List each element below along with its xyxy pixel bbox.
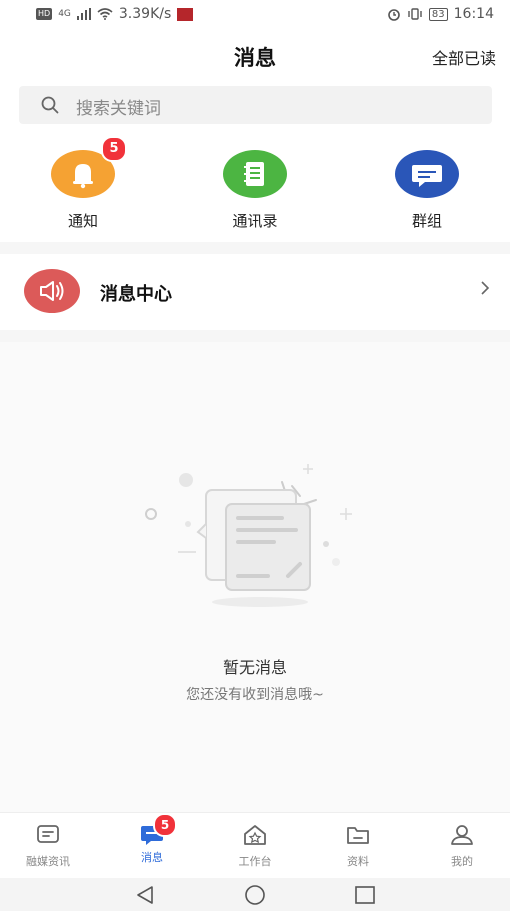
news-icon <box>37 825 59 843</box>
empty-state: 暂无消息 您还没有收到消息哦~ <box>0 342 510 812</box>
empty-title: 暂无消息 <box>222 658 287 677</box>
empty-subtitle: 您还没有收到消息哦~ <box>186 687 324 703</box>
search-placeholder: 搜索关键词 <box>76 99 161 119</box>
chat-bubble-icon <box>412 165 442 187</box>
message-center-label: 消息中心 <box>100 284 172 305</box>
nav-label: 工作台 <box>238 855 272 868</box>
vibrate-icon <box>408 8 422 20</box>
quick-item-label: 通讯录 <box>232 212 278 230</box>
status-time: 16:14 <box>453 6 494 22</box>
groups-circle <box>395 150 459 198</box>
speaker-icon <box>40 281 64 301</box>
mark-all-read-button[interactable]: 全部已读 <box>432 45 496 69</box>
quick-item-groups[interactable]: 群组 <box>377 150 477 231</box>
quick-actions: 5 通知 通讯录 群组 <box>0 132 510 242</box>
nav-label: 资料 <box>347 855 369 868</box>
recents-icon[interactable] <box>354 885 376 905</box>
nav-news[interactable]: 融媒资讯 <box>8 823 88 869</box>
search-icon <box>41 96 59 114</box>
nav-label: 我的 <box>451 855 473 868</box>
workbench-icon <box>244 825 266 845</box>
system-nav-bar <box>0 878 510 911</box>
hd-icon: HD <box>36 8 53 20</box>
alarm-icon <box>388 9 400 21</box>
quick-item-contacts[interactable]: 通讯录 <box>205 150 305 231</box>
nav-messages[interactable]: 5 消息 <box>112 813 192 865</box>
battery-icon: 83 <box>428 7 448 21</box>
bottom-navigation: 融媒资讯 5 消息 工作台 资料 我的 <box>0 812 510 879</box>
nav-profile[interactable]: 我的 <box>422 823 502 869</box>
wifi-icon <box>97 8 113 20</box>
status-right: 83 16:14 <box>387 6 494 22</box>
quick-item-label: 群组 <box>411 212 442 230</box>
quick-item-label: 通知 <box>67 212 98 230</box>
quick-item-notice[interactable]: 5 通知 <box>33 136 133 231</box>
nav-files[interactable]: 资料 <box>318 823 398 869</box>
home-icon[interactable] <box>243 884 267 906</box>
empty-illustration-icon <box>145 464 352 607</box>
contacts-circle <box>223 150 287 198</box>
signal-icon <box>76 8 91 20</box>
nav-workbench[interactable]: 工作台 <box>215 823 295 869</box>
status-bar: HD 4G 3.39K/s 83 16:14 <box>0 0 510 30</box>
network-label: 4G <box>58 9 71 19</box>
notice-badge: 5 <box>101 136 127 162</box>
messages-badge: 5 <box>153 813 177 837</box>
status-left: HD 4G 3.39K/s <box>36 6 194 22</box>
profile-icon <box>451 825 473 845</box>
chevron-right-icon <box>480 280 490 299</box>
message-center-row[interactable]: 消息中心 <box>0 254 510 330</box>
top-header: 消息 全部已读 <box>0 30 510 82</box>
nav-label: 消息 <box>141 851 163 864</box>
notice-circle: 5 <box>51 136 127 198</box>
search-section: 搜索关键词 <box>0 82 510 132</box>
message-center-circle <box>24 269 80 313</box>
search-input[interactable]: 搜索关键词 <box>19 86 492 124</box>
folder-icon <box>347 827 369 844</box>
network-speed: 3.39K/s <box>118 6 172 22</box>
nav-label: 融媒资讯 <box>26 855 70 868</box>
address-book-icon <box>244 162 264 186</box>
battery-level: 83 <box>431 8 445 20</box>
app-notification-icon <box>177 7 194 21</box>
back-icon[interactable] <box>134 885 156 905</box>
